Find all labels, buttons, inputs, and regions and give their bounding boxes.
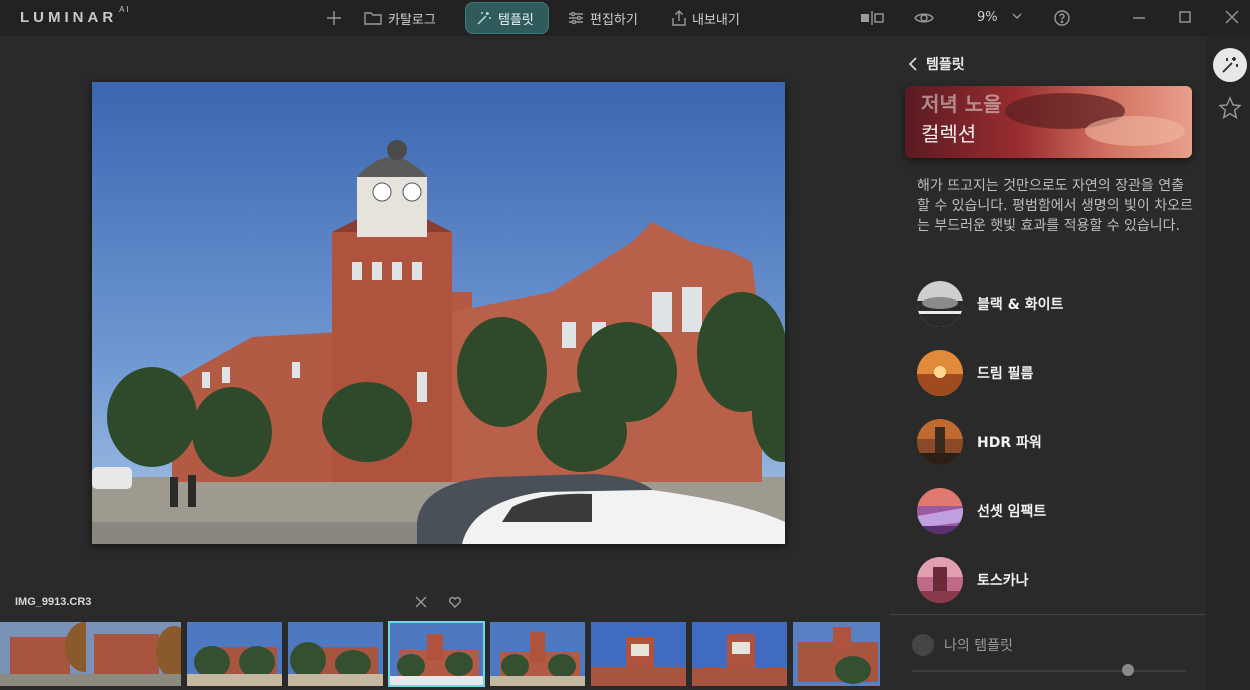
export-label: 내보내기: [692, 12, 740, 28]
close-icon[interactable]: [1225, 10, 1239, 24]
folder-icon: [364, 12, 382, 25]
amount-slider-track[interactable]: [912, 670, 1186, 672]
eye-icon[interactable]: [914, 10, 934, 26]
plus-icon: [327, 11, 341, 25]
edit-tab[interactable]: 편집하기: [568, 4, 638, 32]
template-thumbnail: [917, 419, 963, 465]
compare-icon[interactable]: [860, 11, 884, 25]
template-label: 드림 필름: [977, 366, 1034, 382]
filmstrip: [0, 621, 890, 690]
template-item[interactable]: 토스카나: [917, 557, 1029, 603]
template-item[interactable]: 선셋 임팩트: [917, 488, 1046, 534]
catalog-button[interactable]: 카탈로그: [364, 4, 436, 32]
magic-wand-icon: [477, 12, 491, 25]
help-icon[interactable]: [1054, 10, 1070, 26]
top-bar: LUMINAR AI 카탈로그 템플릿 편집하기 내보내기 9%: [0, 0, 1250, 36]
my-templates-avatar: [912, 634, 934, 656]
templates-label: 템플릿: [498, 12, 534, 28]
template-label: 블랙 & 화이트: [977, 297, 1064, 313]
catalog-label: 카탈로그: [388, 12, 436, 28]
minimize-icon[interactable]: [1132, 10, 1146, 24]
filmstrip-thumb[interactable]: [288, 622, 383, 686]
template-thumbnail: [917, 281, 963, 327]
chevron-left-icon[interactable]: [908, 57, 918, 71]
heart-icon[interactable]: [448, 595, 462, 609]
maximize-icon[interactable]: [1178, 10, 1192, 24]
collection-banner[interactable]: 저녁 노을 컬렉션: [905, 86, 1192, 158]
my-templates-section[interactable]: 나의 템플릿: [912, 634, 1013, 656]
templates-tab[interactable]: 템플릿: [465, 2, 549, 34]
template-label: 토스카나: [977, 573, 1029, 589]
magic-wand-icon: [1222, 57, 1238, 73]
export-button[interactable]: 내보내기: [672, 4, 740, 32]
template-item[interactable]: HDR 파워: [917, 419, 1042, 465]
zoom-level[interactable]: 9%: [977, 10, 998, 25]
panel-divider: [890, 614, 1206, 615]
amount-slider-handle[interactable]: [1122, 664, 1134, 676]
filmstrip-thumb[interactable]: [591, 622, 686, 686]
filmstrip-thumb[interactable]: [692, 622, 787, 686]
main-photo[interactable]: [92, 82, 785, 544]
add-photos-button[interactable]: [322, 4, 346, 32]
my-templates-label: 나의 템플릿: [944, 638, 1013, 654]
templates-rail-button[interactable]: [1213, 48, 1247, 82]
image-viewer: [0, 36, 890, 586]
collection-description: 해가 뜨고지는 것만으로도 자연의 장관을 연출할 수 있습니다. 평범함에서 …: [917, 178, 1193, 234]
templates-panel: 템플릿 저녁 노을 컬렉션 해가 뜨고지는 것만으로도 자연의 장관을 연출할 …: [890, 36, 1206, 690]
banner-title-line2: 컬렉션: [921, 122, 977, 146]
filmstrip-thumb[interactable]: [793, 622, 880, 686]
banner-title-line1: 저녁 노을: [921, 92, 1002, 116]
template-thumbnail: [917, 557, 963, 603]
filmstrip-thumb[interactable]: [0, 622, 95, 686]
app-logo: LUMINAR AI: [20, 5, 131, 26]
filmstrip-thumb-selected[interactable]: [388, 621, 485, 687]
right-rail: [1206, 36, 1250, 690]
template-item[interactable]: 드림 필름: [917, 350, 1033, 396]
star-icon[interactable]: [1218, 96, 1242, 120]
sliders-icon: [569, 11, 583, 25]
template-thumbnail: [917, 488, 963, 534]
building-photo-image: [92, 82, 785, 544]
chevron-down-icon[interactable]: [1012, 12, 1022, 20]
panel-title: 템플릿: [926, 57, 965, 73]
reject-icon[interactable]: [414, 595, 428, 609]
template-label: HDR 파워: [977, 435, 1042, 451]
filename-label: IMG_9913.CR3: [15, 596, 92, 608]
panel-header[interactable]: 템플릿: [908, 54, 965, 74]
template-label: 선셋 임팩트: [977, 504, 1047, 520]
filmstrip-thumb[interactable]: [490, 622, 585, 686]
filmstrip-thumb[interactable]: [187, 622, 282, 686]
filmstrip-thumb[interactable]: [86, 622, 181, 686]
edit-label: 편집하기: [590, 12, 638, 28]
template-thumbnail: [917, 350, 963, 396]
template-item[interactable]: 블랙 & 화이트: [917, 281, 1063, 327]
export-icon: [672, 10, 686, 26]
